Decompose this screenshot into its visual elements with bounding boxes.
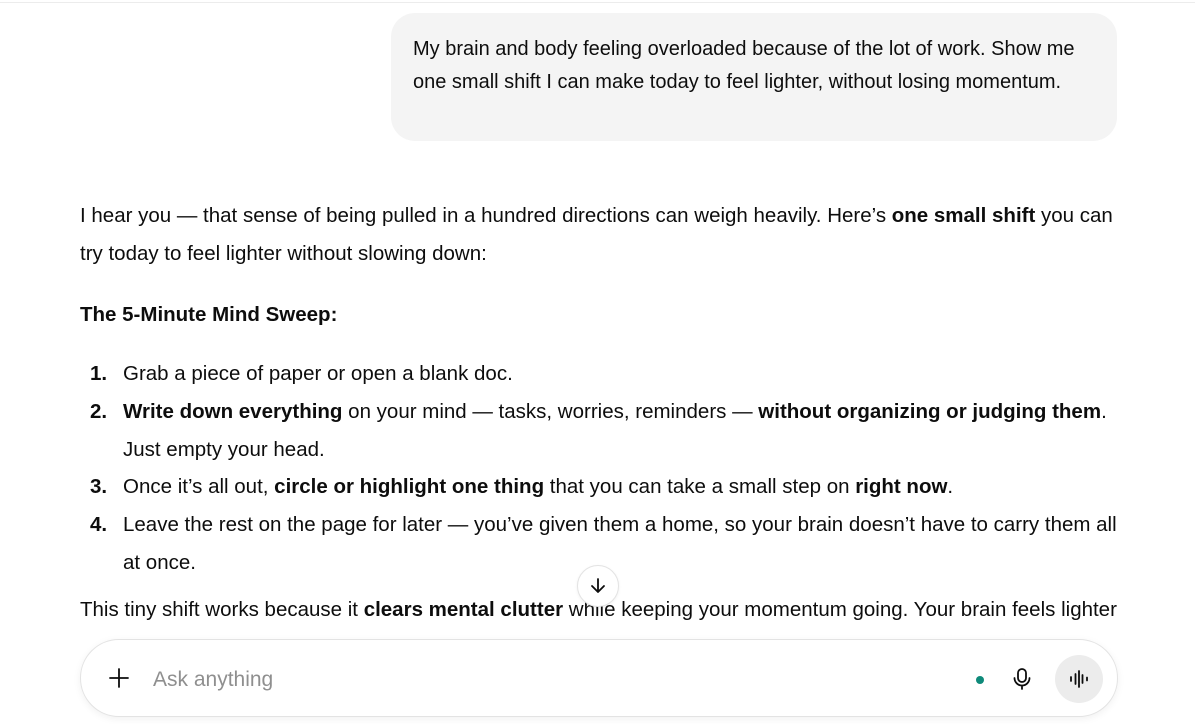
list-number: 3.: [90, 475, 108, 498]
closing-text: This tiny shift works because it: [80, 598, 364, 621]
ask-input[interactable]: [151, 662, 915, 698]
list-number: 1.: [90, 362, 108, 385]
top-divider: [0, 2, 1195, 3]
intro-bold: one small shift: [891, 204, 1036, 227]
closing-text-end: while keeping your momentum going. Your …: [563, 598, 1117, 621]
composer: [80, 639, 1118, 717]
list-item: 1. Grab a piece of paper or open a blank…: [80, 355, 1120, 393]
intro-paragraph: I hear you — that sense of being pulled …: [80, 197, 1120, 273]
list-item-text: Leave the rest on the page for later — y…: [123, 513, 1117, 574]
closing-bold: clears mental clutter: [363, 598, 564, 621]
status-dot: [976, 676, 984, 684]
section-heading: The 5-Minute Mind Sweep:: [80, 303, 338, 326]
list-item: 3. Once it’s all out, circle or highligh…: [80, 468, 1120, 506]
user-message-bubble: My brain and body feeling overloaded bec…: [391, 13, 1117, 141]
dictate-button[interactable]: [1005, 662, 1039, 696]
voice-waveform-icon: [1070, 670, 1088, 688]
list-item-text: Once it’s all out, circle or highlight o…: [123, 475, 954, 498]
add-attachment-button[interactable]: [101, 660, 137, 696]
arrow-down-icon: [591, 578, 605, 593]
user-message-text: My brain and body feeling overloaded bec…: [413, 38, 1075, 93]
scroll-to-bottom-button[interactable]: [577, 565, 619, 607]
list-item: 2. Write down everything on your mind — …: [80, 393, 1120, 468]
intro-text: I hear you — that sense of being pulled …: [80, 204, 892, 227]
list-item-text: Grab a piece of paper or open a blank do…: [123, 362, 513, 385]
plus-icon: [109, 668, 129, 688]
list-number: 2.: [90, 400, 108, 423]
list-item-text: Write down everything on your mind — tas…: [123, 400, 1107, 461]
voice-mode-button[interactable]: [1055, 655, 1103, 703]
microphone-icon: [1013, 668, 1031, 690]
list-number: 4.: [90, 513, 108, 536]
